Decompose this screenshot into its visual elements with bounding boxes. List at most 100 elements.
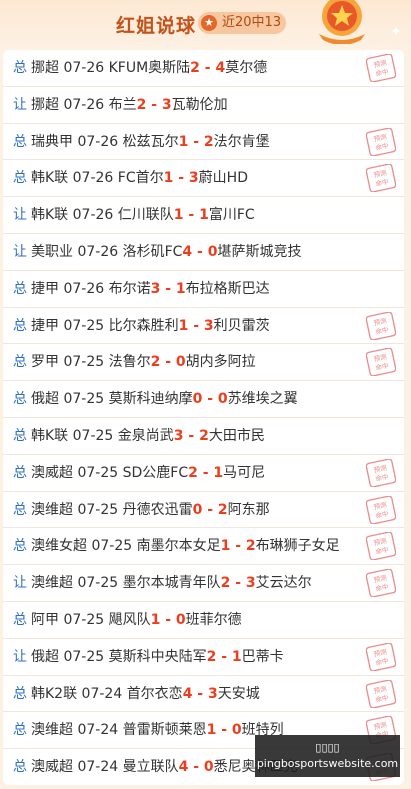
away-score: 0	[175, 611, 186, 628]
home-team: 丹德农迅雷	[122, 501, 193, 518]
match-date: 07-26	[72, 207, 114, 224]
match-date: 07-25	[77, 501, 119, 518]
list-item[interactable]: 让美职业 07-26 洛杉矶FC4 - 0堪萨斯城竞技	[3, 234, 404, 271]
bet-type: 总	[13, 759, 27, 776]
prediction-hit-stamp-icon: 预测 命中	[366, 495, 396, 524]
score-separator: -	[199, 60, 216, 76]
score-separator: -	[160, 354, 176, 371]
away-team: 布拉格斯巴达	[185, 280, 270, 297]
home-team: 布尔诺	[108, 280, 151, 297]
away-team: 瓦勒伦加	[171, 96, 228, 113]
list-item[interactable]: 让韩K联 07-26 仁川联队1 - 1富川FC	[3, 197, 404, 234]
list-item[interactable]: 总捷甲 07-26 布尔诺3 - 1布拉格斯巴达	[3, 271, 404, 308]
home-team: 比尔森胜利	[108, 317, 179, 334]
score-separator: -	[216, 722, 232, 739]
prediction-hit-stamp-icon: 预测 命中	[366, 311, 396, 340]
away-score: 1	[175, 280, 186, 297]
league: 罗甲	[31, 354, 59, 371]
away-score: 0	[231, 722, 242, 739]
league: 澳威超	[31, 759, 73, 776]
home-score: 4	[178, 759, 189, 776]
home-score: 1	[178, 133, 189, 150]
toast-url: pingbosportswebsite.com	[256, 757, 399, 770]
prediction-hit-stamp-icon: 预测 命中	[366, 532, 396, 561]
prediction-hit-stamp-icon: 预测 命中	[366, 642, 396, 671]
prediction-hit-stamp-icon: 预测 命中	[366, 679, 396, 708]
home-score: 0	[192, 391, 203, 408]
list-item[interactable]: 总澳威超 07-25 SD公鹿FC2 - 1马可尼 预测 命中	[3, 455, 404, 492]
away-score: 3	[245, 575, 256, 592]
score-separator: -	[202, 501, 218, 518]
league: 澳维超	[31, 501, 73, 518]
away-score: 2	[203, 133, 214, 150]
match-date: 07-25	[91, 538, 133, 555]
list-item[interactable]: 总捷甲 07-25 比尔森胜利1 - 3利贝雷茨 预测 命中	[3, 308, 404, 345]
league: 韩K联	[31, 207, 69, 224]
list-item[interactable]: 让俄超 07-25 莫斯科中央陆军2 - 1巴蒂卡 预测 命中	[3, 639, 404, 676]
header: 红姐说球 ★ 近20中13 ✦	[0, 0, 411, 48]
match-date: 07-26	[63, 280, 105, 297]
league: 美职业	[31, 243, 73, 260]
match-date: 07-26	[63, 96, 105, 113]
match-date: 07-24	[81, 685, 123, 702]
list-item[interactable]: 总瑞典甲 07-26 松兹瓦尔1 - 2法尔肯堡 预测 命中	[3, 124, 404, 161]
list-item[interactable]: 让澳维超 07-25 墨尔本城青年队2 - 3艾云达尔 预测 命中	[3, 565, 404, 602]
match-date: 07-26	[63, 60, 105, 76]
away-team: 艾云达尔	[255, 575, 312, 592]
list-item[interactable]: 总阿甲 07-25 飓风队1 - 0班菲尔德	[3, 602, 404, 639]
home-score: 1	[150, 611, 161, 628]
toast-icon-text: ▯▯▯▯	[315, 741, 340, 754]
league: 韩K2联	[31, 685, 78, 702]
match-date: 07-25	[63, 354, 105, 371]
score-separator: -	[160, 611, 176, 628]
list-item[interactable]: 总韩K联 07-26 FC首尔1 - 3蔚山HD 预测 命中	[3, 160, 404, 198]
sparkle-icon: ✦	[390, 24, 402, 40]
league: 俄超	[31, 648, 59, 665]
away-score: 0	[175, 354, 186, 371]
home-team: 莫斯科中央陆军	[108, 648, 207, 665]
score-separator: -	[188, 133, 204, 150]
bet-type: 让	[13, 648, 27, 665]
away-score: 1	[199, 207, 209, 224]
score-separator: -	[160, 280, 176, 297]
home-team: 松兹瓦尔	[122, 133, 179, 150]
away-team: 布琳狮子女足	[255, 538, 340, 555]
list-item[interactable]: 让挪超 07-26 布兰2 - 3瓦勒伦加	[3, 87, 404, 124]
away-team: 胡内多阿拉	[185, 354, 256, 371]
score-separator: -	[183, 427, 200, 444]
away-score: 3	[161, 96, 172, 113]
bet-type: 总	[13, 317, 27, 334]
away-team: 苏维埃之翼	[227, 391, 298, 408]
home-team: 洛杉矶FC	[122, 243, 183, 260]
away-team: 天安城	[217, 685, 260, 702]
list-item[interactable]: 总韩K联 07-25 金泉尚武3 - 2大田市民	[3, 418, 404, 455]
league: 阿甲	[31, 611, 59, 628]
home-team: 首尔衣恋	[126, 685, 183, 702]
streak-badge[interactable]: ★ 近20中13	[198, 12, 286, 34]
score-separator: -	[146, 96, 162, 113]
home-score: 1	[163, 170, 174, 187]
score-separator: -	[188, 317, 204, 334]
prediction-hit-stamp-icon: 预测 命中	[366, 54, 396, 82]
list-item[interactable]: 总俄超 07-25 莫斯科迪纳摩0 - 0苏维埃之翼	[3, 381, 404, 418]
streak-label: 近20中13	[222, 15, 282, 30]
toast-overlay[interactable]: ▯▯▯▯ pingbosportswebsite.com	[255, 735, 400, 777]
score-separator: -	[230, 575, 246, 592]
bet-type: 总	[13, 354, 27, 371]
home-team: 法鲁尔	[108, 354, 151, 371]
list-item[interactable]: 总挪超 07-26 KFUM奥斯陆2 - 4莫尔德 预测 命中	[3, 50, 404, 87]
home-score: 2	[188, 464, 198, 481]
match-date: 07-25	[63, 611, 105, 628]
league: 挪超	[31, 96, 59, 113]
away-team: 大田市民	[208, 427, 265, 444]
league: 挪超	[31, 60, 59, 76]
home-team: 普雷斯顿莱恩	[122, 722, 207, 739]
list-item[interactable]: 总澳维超 07-25 丹德农迅雷0 - 2阿东那 预测 命中	[3, 492, 404, 529]
medal-icon	[319, 0, 365, 44]
league: 捷甲	[31, 280, 59, 297]
prediction-hit-stamp-icon: 预测 命中	[366, 164, 396, 193]
away-score: 3	[203, 317, 214, 334]
list-item[interactable]: 总罗甲 07-25 法鲁尔2 - 0胡内多阿拉 预测 命中	[3, 344, 404, 382]
list-item[interactable]: 总澳维女超 07-25 南墨尔本女足1 - 2布琳狮子女足 预测 命中	[3, 528, 404, 566]
list-item[interactable]: 总韩K2联 07-24 首尔衣恋4 - 3天安城 预测 命中	[3, 676, 404, 713]
